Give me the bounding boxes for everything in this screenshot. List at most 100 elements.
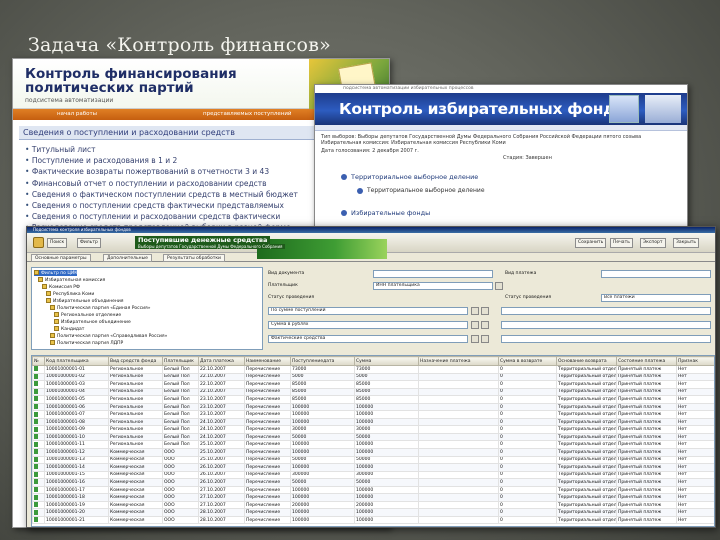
save-button[interactable]: Сохранить xyxy=(575,238,607,248)
tree-node[interactable]: Политическая партия «Справедливая Россия… xyxy=(50,333,167,339)
table-row[interactable]: 710001000001-07РегиональноеБелый Пол23.1… xyxy=(32,410,714,419)
table-cell: Региональное xyxy=(108,365,163,374)
table-row[interactable]: 410001000001-04РегиональноеБелый Пол22.1… xyxy=(32,387,714,397)
tree-node[interactable]: Комиссия РФ xyxy=(42,284,80,290)
tree-view[interactable]: Фильтр по ЦИК Избирательная комиссия Комис… xyxy=(31,267,263,350)
table-cell: 10001000001-21 xyxy=(44,515,109,525)
column-header[interactable]: Дата платежа xyxy=(198,356,245,366)
tree-node-label: Политическая партия ЛДПР xyxy=(57,341,124,346)
payments-grid[interactable]: № Код плательщика Вид средств фонда Платель… xyxy=(31,355,715,527)
tree-node[interactable]: Кандидат xyxy=(54,326,84,332)
column-header[interactable]: Основание возврата xyxy=(556,356,617,366)
table-row[interactable]: 1110001000001-11РегиональноеБелый Пол25.… xyxy=(32,440,714,449)
table-row[interactable]: 910001000001-09РегиональноеБелый Пол24.1… xyxy=(32,425,714,434)
tree-node[interactable]: Фильтр по ЦИК xyxy=(34,270,78,276)
amount-select[interactable]: По сумме поступлений xyxy=(268,307,468,315)
currency-value[interactable] xyxy=(501,321,711,329)
print-button[interactable]: Печать xyxy=(610,238,633,248)
doc-type-input[interactable] xyxy=(373,270,493,278)
table-cell: 73000 xyxy=(290,365,355,374)
column-header[interactable]: Назначение платежа xyxy=(418,356,499,366)
column-header[interactable]: Сумма в возврате xyxy=(498,356,557,366)
table-cell: 0 xyxy=(498,463,557,472)
payer-input[interactable]: ИНН плательщика xyxy=(373,282,493,290)
tree-node[interactable]: Политическая партия «Единая Россия» xyxy=(50,305,151,311)
table-cell: Нет xyxy=(676,515,714,525)
table-row[interactable]: 1410001000001-14КоммерческаяООО26.10.200… xyxy=(32,463,714,472)
table-row[interactable]: 1910001000001-19КоммерческаяООО27.10.200… xyxy=(32,500,714,510)
table-row[interactable]: 2010001000001-20КоммерческаяООО28.10.200… xyxy=(32,508,714,517)
column-header[interactable]: Состояние платежа xyxy=(616,356,677,366)
close-button[interactable]: Закрыть xyxy=(673,238,700,248)
table-cell: Региональное xyxy=(108,402,163,412)
nav-link-submissions[interactable]: представляемых поступлений xyxy=(203,111,292,117)
funds-remove-button[interactable] xyxy=(481,335,489,343)
folder-icon[interactable] xyxy=(33,237,44,248)
table-row[interactable]: 1810001000001-18КоммерческаяООО27.10.200… xyxy=(32,493,714,502)
table-cell: 0 xyxy=(498,417,557,427)
table-cell: 22.10.2007 xyxy=(198,365,245,374)
table-row[interactable]: 210001000001-02РегиональноеБелый Пол22.1… xyxy=(32,372,714,382)
search-button[interactable]: Поиск xyxy=(47,238,68,248)
table-row[interactable]: 1210001000001-12КоммерческаяООО25.10.200… xyxy=(32,448,714,457)
payment-type-input[interactable] xyxy=(601,270,711,278)
table-cell: Коммерческая xyxy=(108,493,163,502)
column-header[interactable]: № xyxy=(32,356,45,366)
funds-add-button[interactable] xyxy=(471,335,479,343)
table-row[interactable]: 310001000001-03РегиональноеБелый Пол22.1… xyxy=(32,380,714,389)
table-row[interactable]: 810001000001-08РегиональноеБелый Пол24.1… xyxy=(32,417,714,427)
tab-extra[interactable]: Дополнительные xyxy=(103,254,152,262)
table-cell: Территориальный отдел xyxy=(556,515,617,525)
export-button[interactable]: Экспорт xyxy=(640,238,666,248)
section-funds[interactable]: Избирательные фонды xyxy=(340,209,430,217)
table-row[interactable]: 1010001000001-10РегиональноеБелый Пол24.… xyxy=(32,432,714,442)
table-cell: 10001000001-13 xyxy=(44,455,109,465)
currency-remove-button[interactable] xyxy=(481,321,489,329)
table-cell xyxy=(418,410,499,419)
column-header[interactable]: Наименование xyxy=(244,356,291,366)
table-cell: Принятый платеж xyxy=(616,455,677,465)
table-cell: Перечисление xyxy=(244,425,291,434)
tree-node-label: Избирательные объединения xyxy=(53,299,124,304)
table-row[interactable]: 110001000001-01РегиональноеБелый Пол22.1… xyxy=(32,365,714,374)
currency-add-button[interactable] xyxy=(471,321,479,329)
amount-remove-button[interactable] xyxy=(481,307,489,315)
column-header[interactable]: Поступлениедата xyxy=(290,356,355,366)
table-cell: Нет xyxy=(676,485,714,495)
table-row[interactable]: 610001000001-06РегиональноеБелый Пол23.1… xyxy=(32,402,714,412)
tree-node[interactable]: Избирательные объединения xyxy=(46,298,123,304)
funds-value[interactable] xyxy=(501,335,711,343)
tab-results[interactable]: Результаты обработки xyxy=(163,254,225,262)
nav-link-start[interactable]: начал работы xyxy=(57,111,97,117)
currency-select[interactable]: Сумма в рублях xyxy=(268,321,468,329)
table-cell: Нет xyxy=(676,402,714,412)
funds-select[interactable]: Фактические средства xyxy=(268,335,468,343)
column-header[interactable]: Плательщик xyxy=(162,356,199,366)
filter-button[interactable]: Фильтр xyxy=(77,238,101,248)
section-territorial[interactable]: Территориальное выборное деление xyxy=(340,173,478,181)
tree-node[interactable]: Республика Коми xyxy=(46,291,94,297)
table-row[interactable]: 1710001000001-17КоммерческаяООО27.10.200… xyxy=(32,485,714,495)
status-select[interactable]: Все платежи xyxy=(601,294,711,302)
table-row[interactable]: 1310001000001-13КоммерческаяООО25.10.200… xyxy=(32,455,714,465)
table-row[interactable]: 1510001000001-15КоммерческаяООО26.10.200… xyxy=(32,470,714,480)
tree-node[interactable]: Избирательное объединение xyxy=(54,319,131,325)
amount-value[interactable] xyxy=(501,307,711,315)
amount-add-button[interactable] xyxy=(471,307,479,315)
tree-node[interactable]: Региональное отделение xyxy=(54,312,121,318)
table-cell: 26.10.2007 xyxy=(198,463,245,472)
tree-node[interactable]: Избирательная комиссия xyxy=(38,277,105,283)
table-row[interactable]: 2110001000001-21КоммерческаяООО28.10.200… xyxy=(32,515,714,525)
table-cell: 85000 xyxy=(290,380,355,389)
column-header[interactable]: Вид средств фонда xyxy=(108,356,163,366)
tree-node[interactable]: Политическая партия ЛДПР xyxy=(50,340,123,346)
sub-territorial[interactable]: Территориальное выборное деление xyxy=(357,187,485,194)
tab-main[interactable]: Основные параметры xyxy=(31,254,91,262)
table-row[interactable]: 1610001000001-16КоммерческаяООО26.10.200… xyxy=(32,478,714,487)
column-header[interactable]: Код плательщика xyxy=(44,356,109,366)
payer-lookup-button[interactable] xyxy=(495,282,503,290)
table-row[interactable]: 510001000001-05РегиональноеБелый Пол23.1… xyxy=(32,395,714,404)
column-header[interactable]: Сумма xyxy=(354,356,419,366)
table-cell xyxy=(418,455,499,465)
column-header[interactable]: Признак xyxy=(676,356,714,366)
